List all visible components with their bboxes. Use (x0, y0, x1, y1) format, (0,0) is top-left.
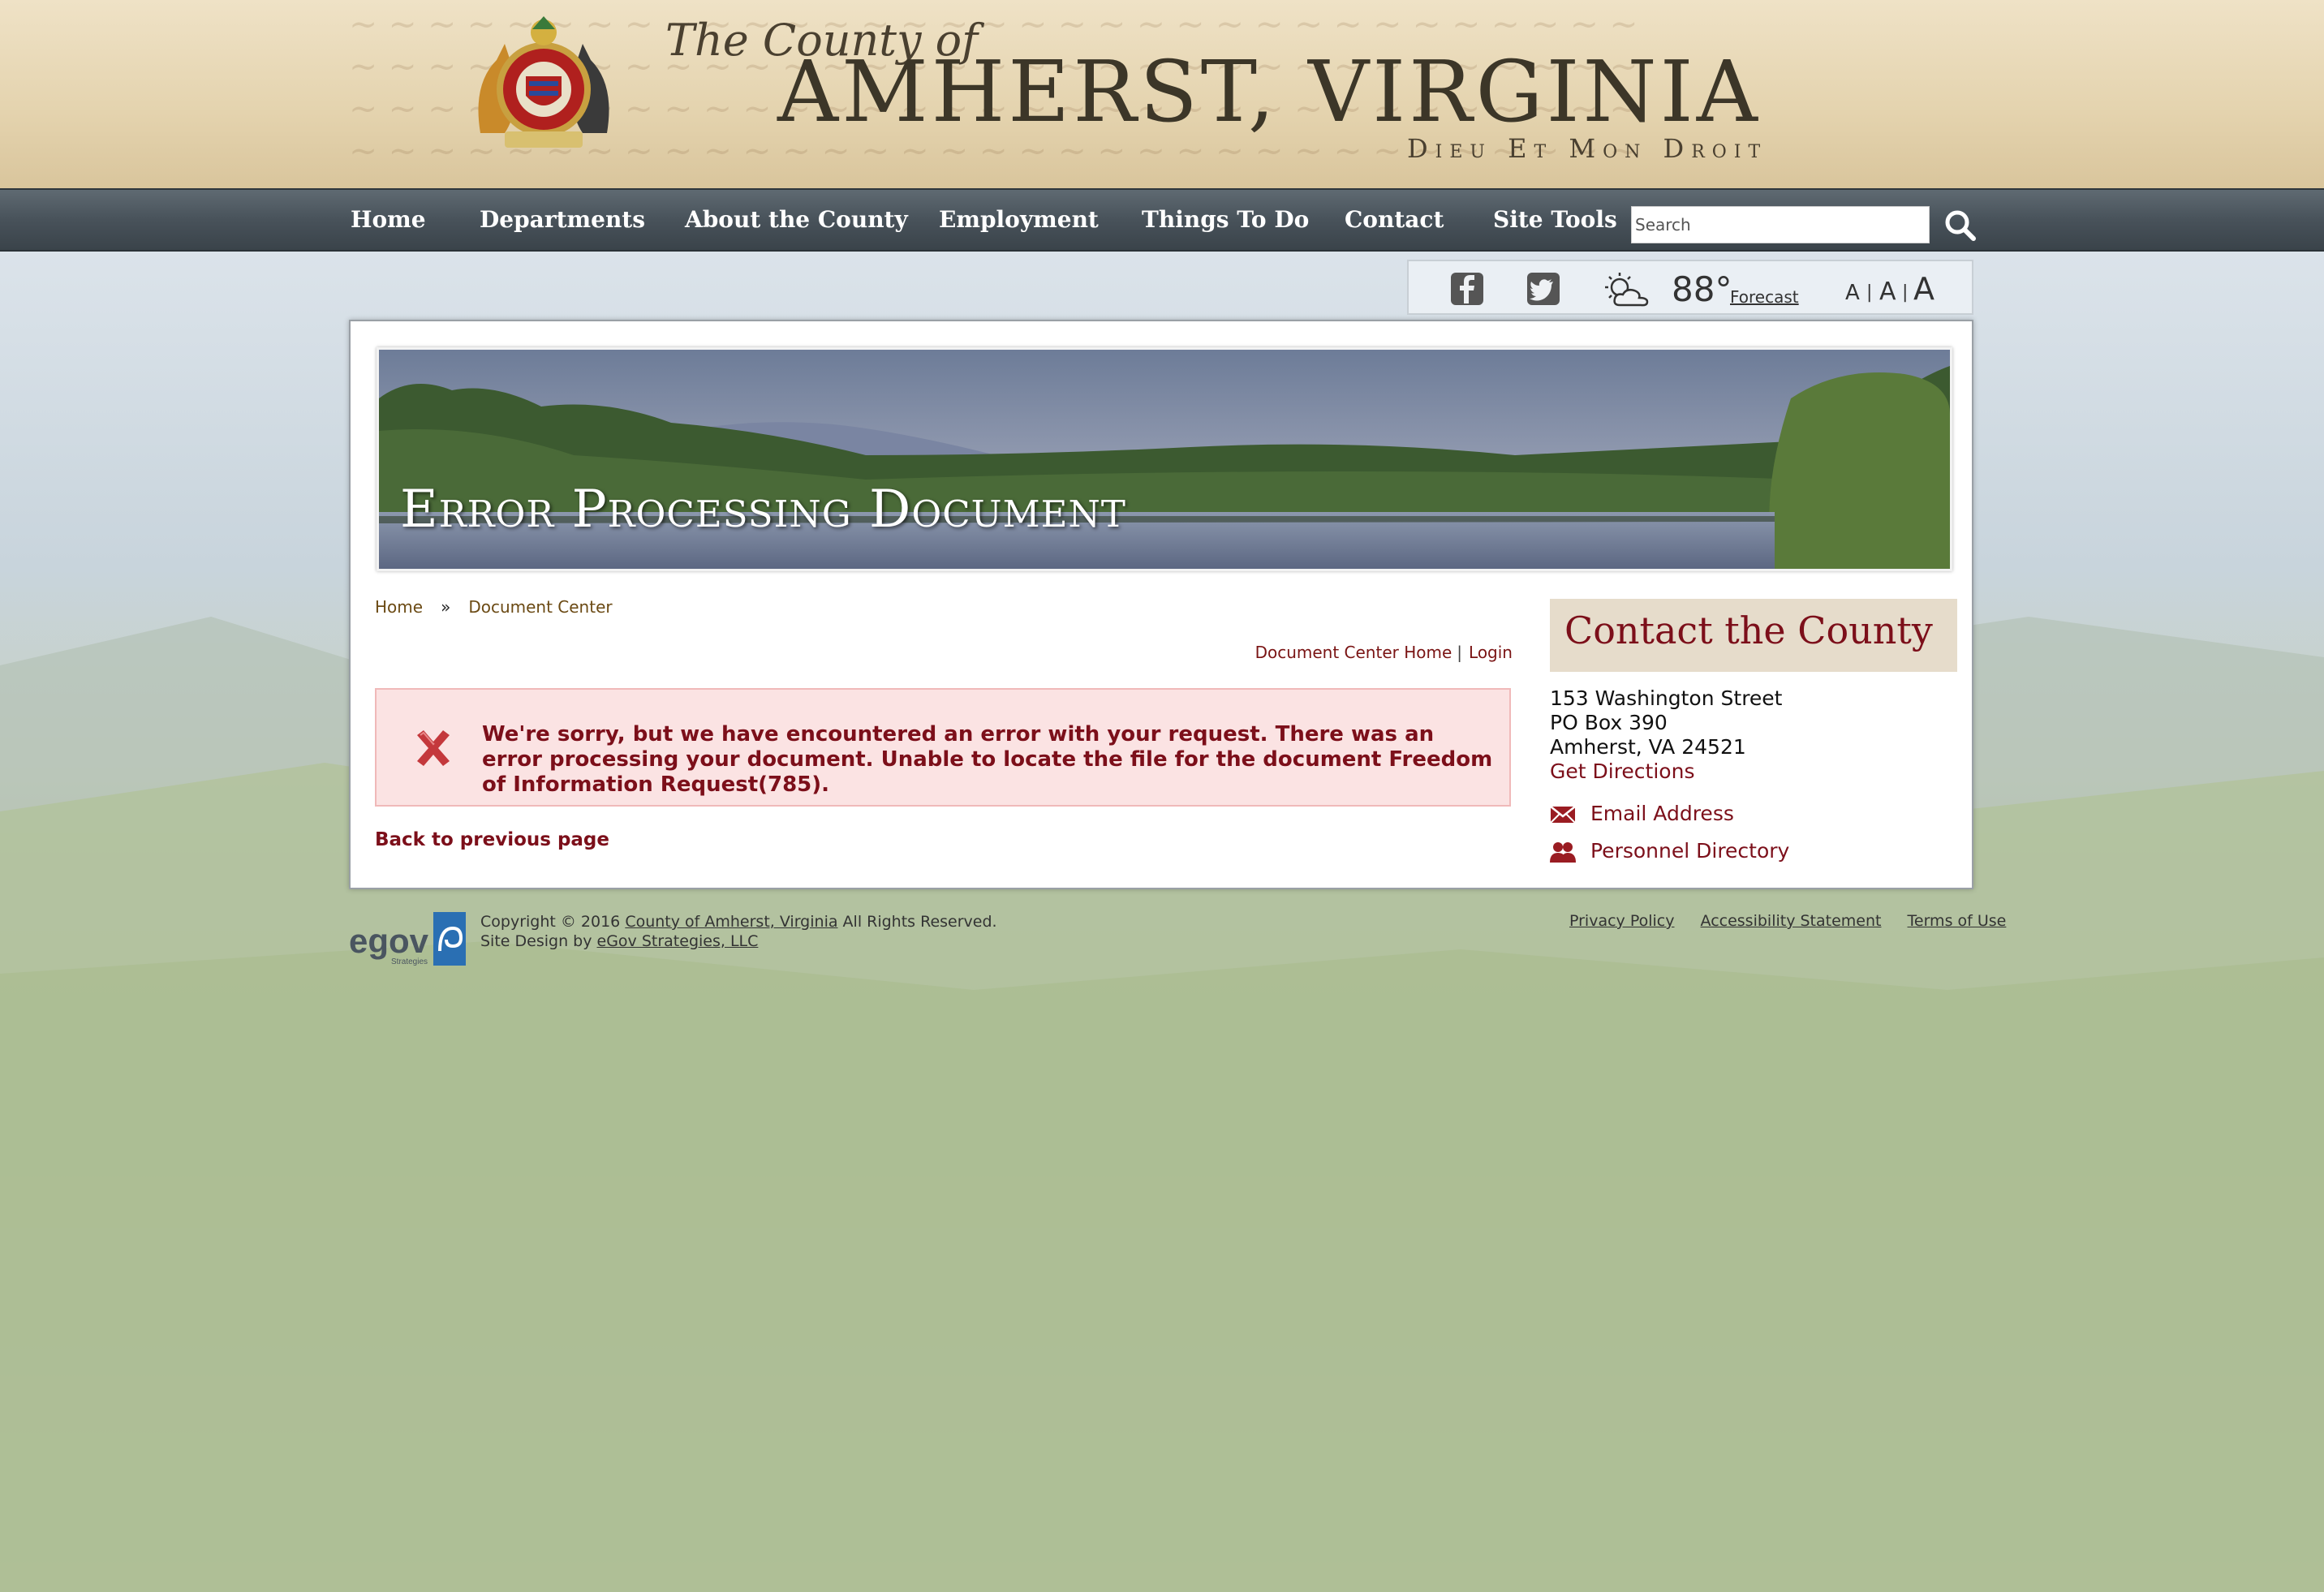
twitter-icon[interactable] (1526, 271, 1561, 307)
contact-address: 153 Washington Street PO Box 390 Amherst… (1550, 686, 1783, 759)
email-address-link[interactable]: Email Address (1550, 802, 1734, 825)
font-size-large[interactable]: A (1913, 271, 1935, 307)
address-line: Amherst, VA 24521 (1550, 735, 1746, 759)
email-address-label: Email Address (1590, 802, 1734, 825)
login-link[interactable]: Login (1469, 643, 1513, 662)
address-line: 153 Washington Street (1550, 686, 1783, 710)
main-content-card: Error Processing Document Home » Document … (349, 320, 1973, 889)
nav-item-site-tools[interactable]: Site Tools (1493, 206, 1617, 233)
back-to-previous-link[interactable]: Back to previous page (375, 829, 609, 850)
partly-cloudy-icon (1605, 273, 1649, 307)
egov-logo-text: egov (349, 922, 429, 960)
utility-bar: 88° Forecast A | A | A (1407, 260, 1973, 315)
breadcrumb-home[interactable]: Home (375, 597, 423, 617)
egov-strategies-link[interactable]: eGov Strategies, LLC (597, 932, 759, 950)
nav-item-departments[interactable]: Departments (480, 206, 645, 233)
error-message: We're sorry, but we have encountered an … (482, 722, 1493, 797)
main-nav: Home Departments About the County Employ… (0, 188, 2324, 252)
facebook-icon[interactable] (1449, 271, 1485, 307)
footer-links: Privacy Policy Accessibility Statement T… (1569, 912, 2006, 930)
county-link[interactable]: County of Amherst, Virginia (625, 913, 837, 931)
document-center-links: Document Center Home | Login (1255, 643, 1513, 662)
document-center-home-link[interactable]: Document Center Home (1255, 643, 1452, 662)
egov-logo[interactable]: egov Strategies (349, 910, 469, 967)
brand-motto: Dieu Et Mon Droit (1407, 133, 1768, 164)
contact-title: Contact the County (1564, 609, 1933, 652)
font-size-medium[interactable]: A (1879, 278, 1896, 306)
nav-item-employment[interactable]: Employment (939, 206, 1099, 233)
people-icon (1550, 842, 1576, 863)
search-icon[interactable] (1943, 208, 1978, 243)
font-size-small[interactable]: A (1845, 281, 1860, 305)
link-separator: | (1457, 643, 1463, 662)
privacy-policy-link[interactable]: Privacy Policy (1569, 912, 1674, 930)
get-directions-link[interactable]: Get Directions (1550, 759, 1694, 783)
nav-item-things-to-do[interactable]: Things To Do (1142, 206, 1309, 233)
error-alert: We're sorry, but we have encountered an … (375, 688, 1511, 807)
site-header: ~ ~ ~ ~ ~ ~ ~ ~ ~ ~ ~ ~ ~ ~ ~ ~ ~ ~ ~ ~ … (0, 0, 2324, 188)
error-x-icon (417, 730, 450, 766)
copyright-prefix: Copyright © 2016 (480, 913, 626, 931)
envelope-icon (1550, 806, 1576, 824)
search-input[interactable] (1631, 206, 1930, 243)
breadcrumb: Home » Document Center (375, 597, 613, 617)
page-banner: Error Processing Document (377, 347, 1952, 571)
address-line: PO Box 390 (1550, 711, 1668, 734)
breadcrumb-document-center[interactable]: Document Center (468, 597, 612, 617)
accessibility-statement-link[interactable]: Accessibility Statement (1701, 912, 1882, 930)
copyright-suffix: All Rights Reserved. (837, 913, 997, 931)
breadcrumb-separator: » (441, 597, 451, 617)
font-size-separator: | (1902, 282, 1909, 303)
copyright-text: Copyright © 2016 County of Amherst, Virg… (480, 912, 997, 951)
terms-of-use-link[interactable]: Terms of Use (1908, 912, 2007, 930)
personnel-directory-link[interactable]: Personnel Directory (1550, 839, 1789, 863)
nav-item-about[interactable]: About the County (685, 206, 908, 233)
design-prefix: Site Design by (480, 932, 597, 950)
temperature: 88° (1672, 269, 1732, 309)
contact-header-box: Contact the County (1550, 599, 1957, 672)
personnel-directory-label: Personnel Directory (1590, 839, 1790, 863)
nav-item-home[interactable]: Home (351, 206, 426, 233)
egov-logo-sub: Strategies (391, 957, 428, 966)
forecast-link[interactable]: Forecast (1730, 287, 1799, 307)
font-size-separator: | (1866, 282, 1873, 303)
page-title: Error Processing Document (400, 480, 1126, 540)
brand-title[interactable]: AMHERST, VIRGINIA (777, 42, 1761, 141)
county-seal-logo[interactable] (464, 11, 623, 154)
nav-item-contact[interactable]: Contact (1345, 206, 1444, 233)
